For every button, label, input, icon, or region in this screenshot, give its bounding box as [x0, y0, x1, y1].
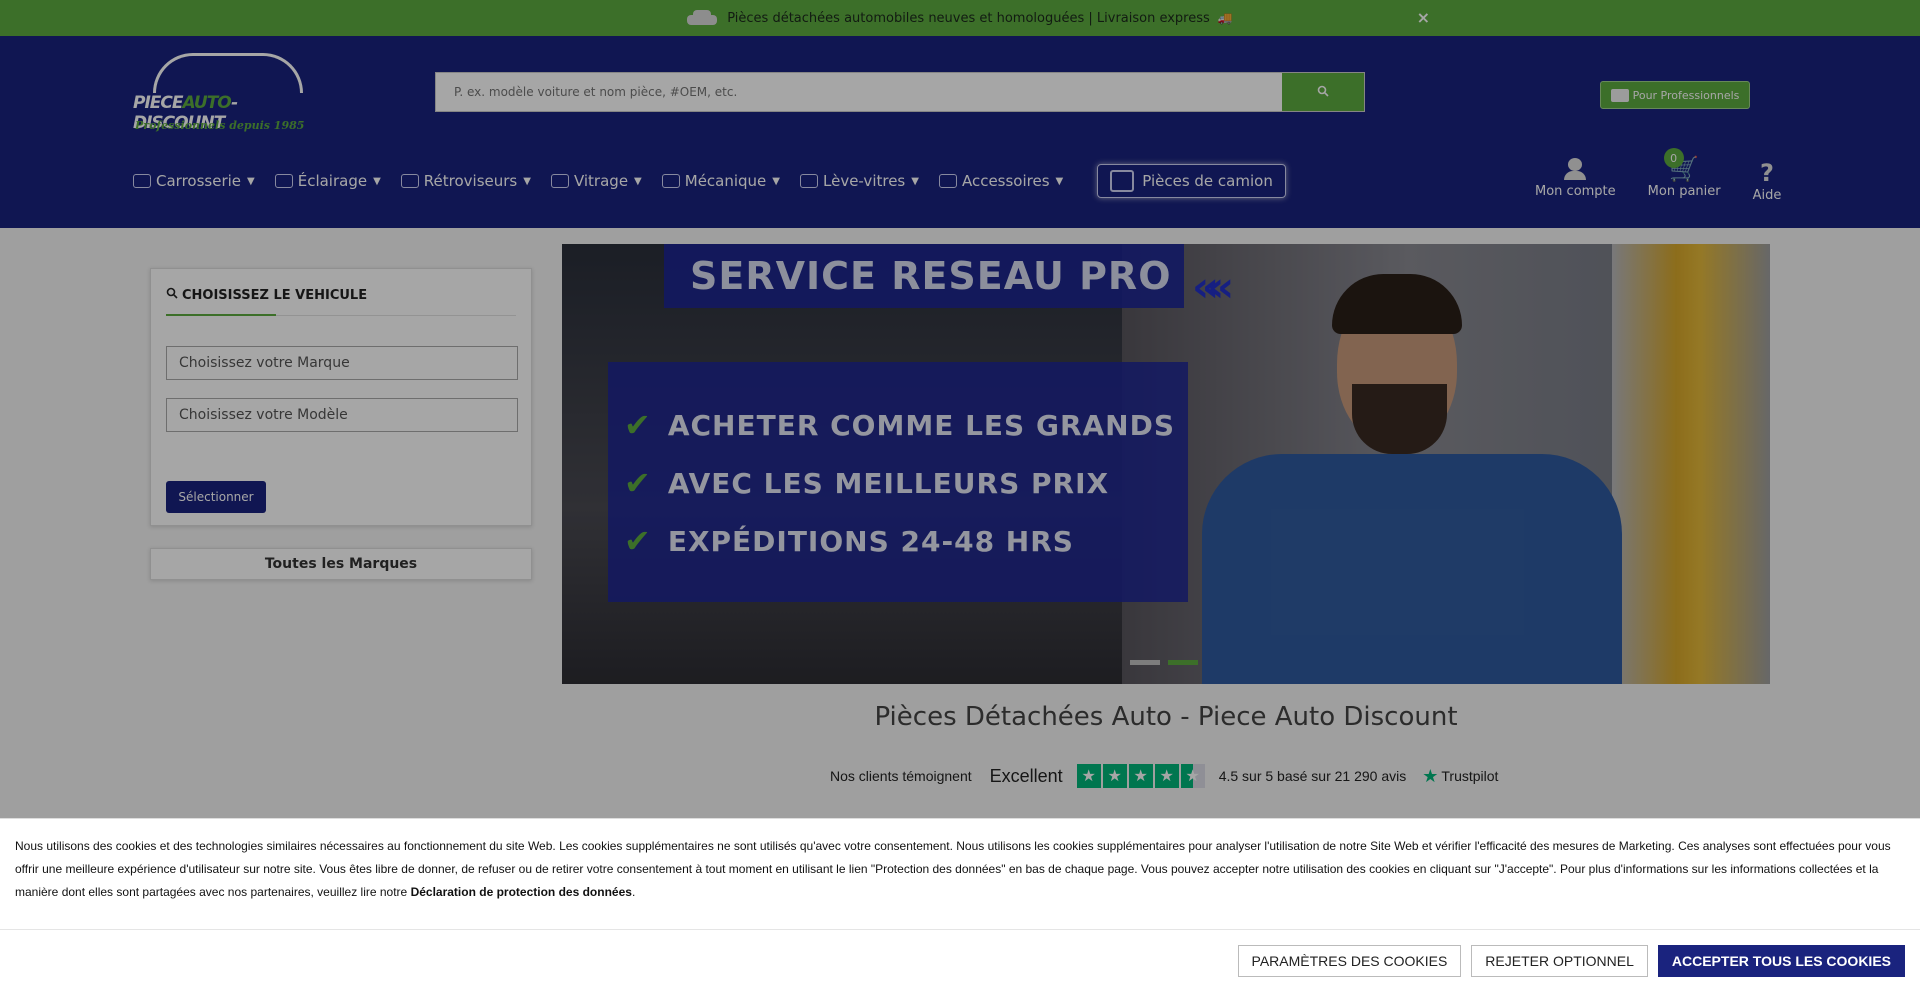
divider [0, 929, 1920, 930]
cookie-text: Nous utilisons des cookies et des techno… [15, 839, 1891, 899]
cookie-settings-button[interactable]: PARAMÈTRES DES COOKIES [1237, 945, 1462, 977]
cookie-banner: Nous utilisons des cookies et des techno… [0, 818, 1920, 993]
main-content: CHOISISSEZ LE VEHICULE Choisissez votre … [0, 0, 1920, 818]
modal-overlay [0, 0, 1920, 818]
accept-all-cookies-button[interactable]: ACCEPTER TOUS LES COOKIES [1657, 945, 1905, 977]
cookie-actions: PARAMÈTRES DES COOKIES REJETER OPTIONNEL… [1237, 945, 1905, 977]
reject-optional-button[interactable]: REJETER OPTIONNEL [1471, 945, 1648, 977]
privacy-policy-link[interactable]: Déclaration de protection des données [411, 885, 632, 899]
